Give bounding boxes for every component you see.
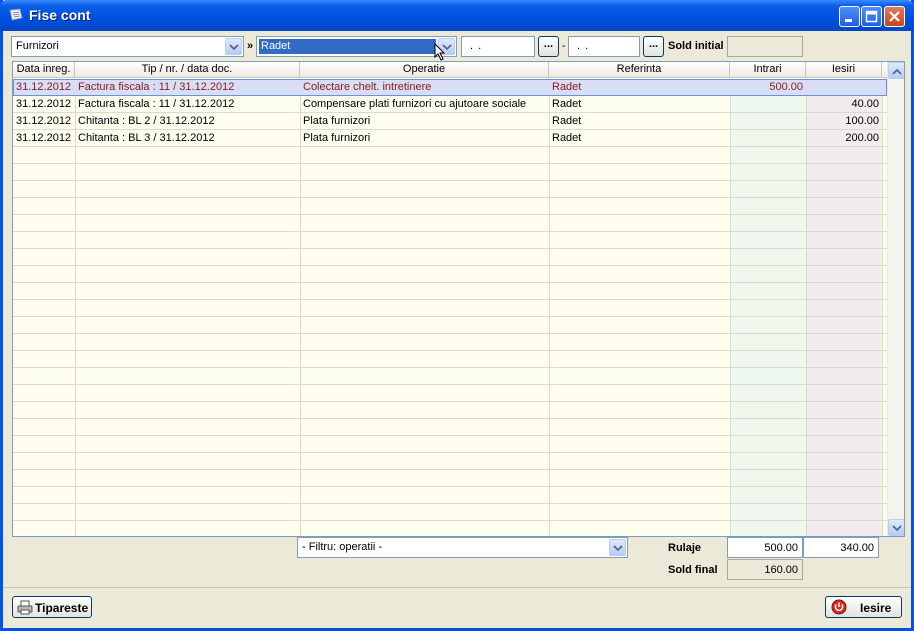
table-cell-out: 40.00 — [851, 98, 879, 110]
date-from-input[interactable]: . . — [461, 36, 535, 57]
grid-row-line — [13, 469, 887, 470]
chevron-down-icon — [609, 539, 626, 556]
chevron-down-icon — [225, 38, 242, 55]
maximize-icon — [865, 10, 878, 23]
close-button[interactable] — [884, 6, 905, 27]
maximize-button[interactable] — [861, 6, 882, 27]
table-row[interactable]: 31.12.2012 Chitanta : BL 3 / 31.12.2012 Pl… — [13, 130, 887, 147]
grid-row-line — [13, 486, 887, 487]
minimize-icon — [845, 19, 852, 22]
operation-filter-select[interactable]: - Filtru: operatii - — [297, 537, 628, 558]
grid-row-line — [13, 452, 887, 453]
app-icon — [9, 8, 23, 21]
footer-divider — [3, 587, 911, 588]
grid-row-line — [13, 384, 887, 385]
table-row[interactable]: 31.12.2012 Factura fiscala : 11 / 31.12.2… — [13, 79, 887, 96]
table-cell-ref: Radet — [552, 132, 582, 144]
col-header-out[interactable]: Iesiri — [806, 62, 882, 78]
grid-row-line — [13, 367, 887, 368]
grid-row-line — [13, 214, 887, 215]
col-header-doc[interactable]: Tip / nr. / data doc. — [75, 62, 300, 78]
table-cell-date: 31.12.2012 — [16, 81, 72, 93]
table-cell-op: Compensare plati furnizori cu ajutoare s… — [303, 98, 527, 110]
col-header-operation[interactable]: Operatie — [300, 62, 549, 78]
chevron-up-icon — [892, 68, 902, 75]
table-cell-out — [806, 79, 882, 96]
sold-final-label: Sold final — [668, 564, 718, 576]
grid-row-line — [13, 180, 887, 181]
rulaje-label: Rulaje — [668, 542, 702, 554]
print-button[interactable]: Tipareste — [12, 596, 92, 618]
grid-row-line — [13, 282, 887, 283]
table-cell-date: 31.12.2012 — [16, 115, 72, 127]
grid-row-line — [13, 333, 887, 334]
table-cell-in: 500.00 — [769, 81, 803, 93]
grid-row-line — [13, 435, 887, 436]
grid-rows: 31.12.2012 Factura fiscala : 11 / 31.12.2… — [13, 79, 887, 536]
title-bar[interactable]: Fise cont — [0, 0, 914, 31]
window-title: Fise cont — [29, 7, 91, 23]
grid-row-line — [13, 418, 887, 419]
date-from-picker-button[interactable]: ... — [538, 36, 559, 57]
table-cell-in — [730, 130, 806, 147]
rulaje-in-value: 500.00 — [727, 537, 803, 558]
grid-header: Data inreg. Tip / nr. / data doc. Operat… — [13, 62, 887, 78]
table-cell-op: Colectare chelt. intretinere — [303, 81, 432, 93]
date-to-picker-button[interactable]: ... — [643, 36, 664, 57]
rulaje-out-value: 340.00 — [803, 537, 879, 558]
grid-row-line — [13, 299, 887, 300]
grid-row-line — [13, 265, 887, 266]
account-type-select[interactable]: Furnizori — [11, 36, 244, 57]
sold-initial-label: Sold initial — [668, 40, 724, 52]
grid-row-line — [13, 197, 887, 198]
table-cell-doc: Factura fiscala : 11 / 31.12.2012 — [78, 98, 235, 110]
grid-row-line — [13, 248, 887, 249]
table-cell-ref: Radet — [552, 115, 582, 127]
table-cell-doc: Chitanta : BL 3 / 31.12.2012 — [78, 132, 215, 144]
scroll-up-button[interactable] — [888, 62, 904, 79]
power-icon — [831, 599, 847, 615]
chevron-down-icon — [892, 525, 902, 532]
table-cell-in — [730, 113, 806, 130]
table-cell-op: Plata furnizori — [303, 132, 371, 144]
table-cell-op: Plata furnizori — [303, 115, 371, 127]
grid-row-line — [13, 401, 887, 402]
date-dash: - — [562, 40, 566, 52]
sold-initial-value — [727, 36, 803, 57]
table-cell-ref: Radet — [552, 98, 582, 110]
date-to-input[interactable]: . . — [568, 36, 640, 57]
transactions-grid[interactable]: Data inreg. Tip / nr. / data doc. Operat… — [12, 61, 905, 537]
minimize-button[interactable] — [839, 6, 860, 27]
fise-cont-window: Fise cont Furnizori » Radet . . ... - . … — [0, 0, 914, 631]
table-cell-out: 100.00 — [845, 115, 879, 127]
table-cell-date: 31.12.2012 — [16, 98, 72, 110]
table-row[interactable]: 31.12.2012 Chitanta : BL 2 / 31.12.2012 Pl… — [13, 113, 887, 130]
grid-row-line — [13, 231, 887, 232]
exit-button[interactable]: Iesire — [825, 596, 902, 618]
table-cell-doc: Chitanta : BL 2 / 31.12.2012 — [78, 115, 215, 127]
grid-row-line — [13, 520, 887, 521]
printer-icon — [17, 600, 33, 615]
col-header-date[interactable]: Data inreg. — [13, 62, 75, 78]
sold-final-value: 160.00 — [727, 559, 803, 580]
col-header-reference[interactable]: Referinta — [549, 62, 730, 78]
grid-row-line — [13, 163, 887, 164]
table-cell-in — [730, 96, 806, 113]
grid-vertical-scrollbar[interactable] — [887, 62, 904, 536]
table-cell-ref: Radet — [552, 81, 582, 93]
filter-separator: » — [247, 40, 254, 52]
table-row[interactable]: 31.12.2012 Factura fiscala : 11 / 31.12.2… — [13, 96, 887, 113]
mouse-cursor-icon — [434, 43, 446, 61]
close-icon — [889, 11, 900, 22]
grid-row-line — [13, 350, 887, 351]
table-cell-date: 31.12.2012 — [16, 132, 72, 144]
scroll-down-button[interactable] — [888, 519, 904, 536]
grid-row-line — [13, 316, 887, 317]
table-cell-doc: Factura fiscala : 11 / 31.12.2012 — [78, 81, 235, 93]
col-header-in[interactable]: Intrari — [730, 62, 806, 78]
table-cell-out: 200.00 — [845, 132, 879, 144]
grid-row-line — [13, 503, 887, 504]
partner-select[interactable]: Radet — [256, 36, 457, 61]
